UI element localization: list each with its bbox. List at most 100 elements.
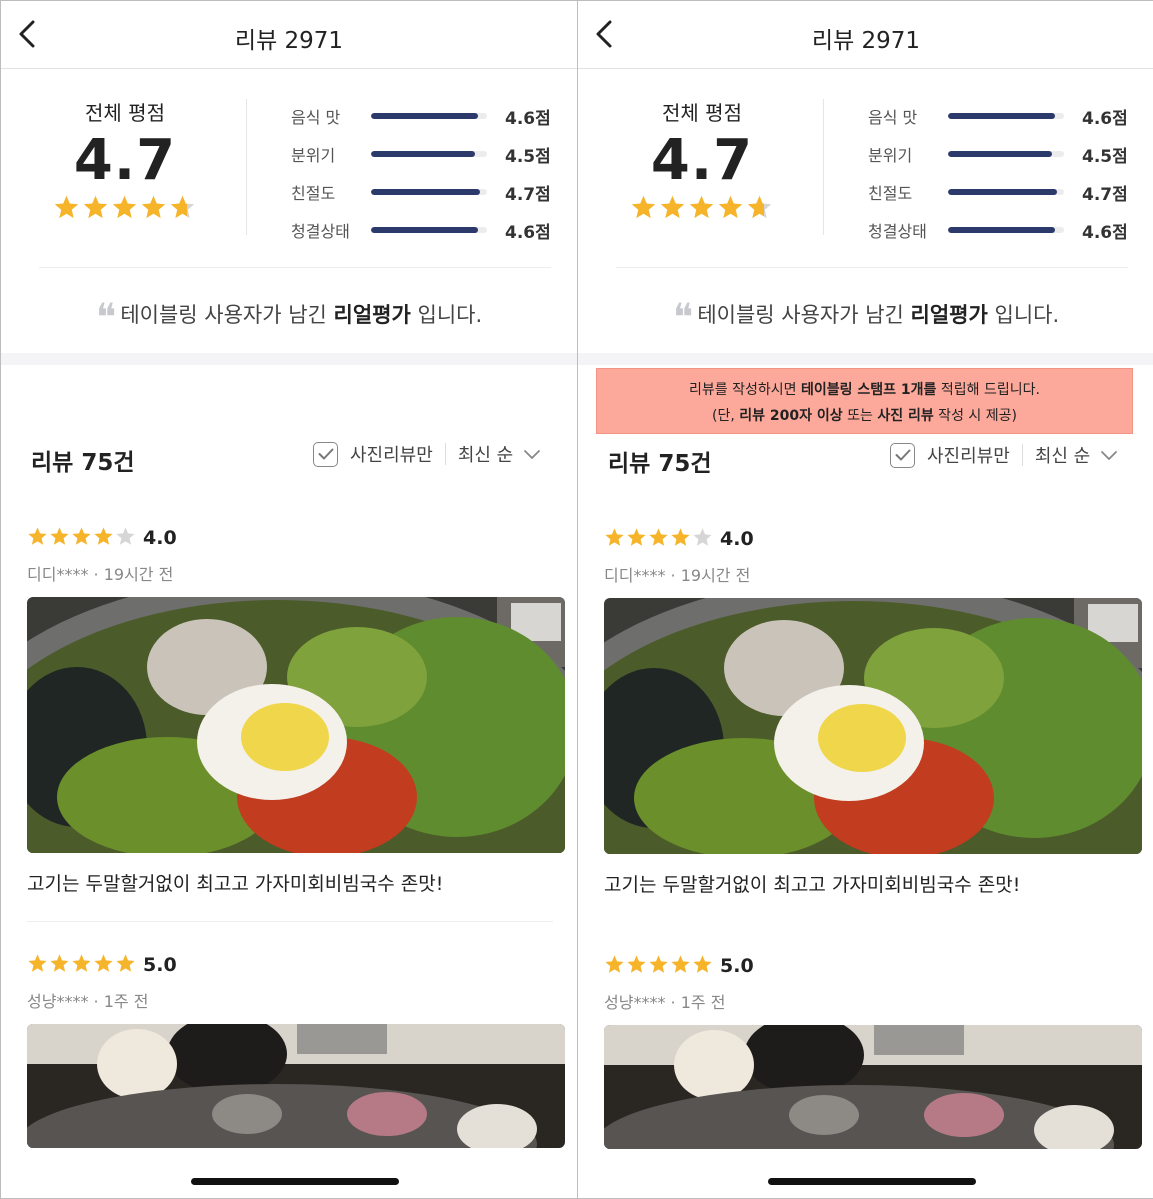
criteria-value: 4.5점 xyxy=(1082,146,1128,167)
criteria-bar xyxy=(371,227,487,233)
sort-dropdown[interactable]: 최신 순 xyxy=(458,441,513,467)
criteria-bar-fill xyxy=(948,113,1055,119)
review-meta: 성냥**** · 1주 전 xyxy=(27,992,149,1011)
review-rating: 5.0 xyxy=(604,953,1142,979)
star-icon xyxy=(671,527,690,546)
criteria-bar xyxy=(371,151,487,157)
banner-text: 리뷰를 작성하시면 xyxy=(689,382,801,398)
banner-bold: 테이블링 스탬프 1개를 xyxy=(801,382,937,398)
criteria-value: 4.7점 xyxy=(1082,184,1128,205)
review-score: 4.0 xyxy=(720,528,754,550)
header: 리뷰 2971 xyxy=(1,1,577,69)
criteria-row: 분위기 4.5점 xyxy=(868,135,1138,173)
criteria-list: 음식 맛 4.6점 분위기 4.5점 친절도 4.7점 청결상태 4.6점 xyxy=(868,97,1138,249)
notice-bold: 리얼평가 xyxy=(910,303,988,327)
review-item: 5.0 성냥**** · 1주 전 xyxy=(604,953,1142,1149)
overall-stars xyxy=(41,194,209,221)
review-meta: 디디**** · 19시간 전 xyxy=(604,566,751,585)
chevron-down-icon[interactable] xyxy=(1100,449,1118,461)
overall-label: 전체 평점 xyxy=(85,101,165,125)
star-icon xyxy=(649,954,668,973)
divider xyxy=(27,921,553,922)
divider xyxy=(1021,444,1023,466)
review-time: 1주 전 xyxy=(680,993,726,1012)
star-icon xyxy=(28,953,47,972)
star-icon xyxy=(50,526,69,545)
review-item: 5.0 성냥**** · 1주 전 xyxy=(27,952,565,1148)
criteria-list: 음식 맛 4.6점 분위기 4.5점 친절도 4.7점 청결상태 4.6점 xyxy=(291,97,561,249)
criteria-bar xyxy=(948,189,1064,195)
star-icon xyxy=(50,953,69,972)
reviews-count-title: 리뷰 75건 xyxy=(31,450,135,476)
criteria-bar-fill xyxy=(371,113,478,119)
star-icon xyxy=(94,953,113,972)
stamp-promo-banner: 리뷰를 작성하시면 테이블링 스탬프 1개를 적립해 드립니다. (단, 리뷰 … xyxy=(596,368,1133,434)
criteria-value: 4.7점 xyxy=(505,184,551,205)
banner-text: (단, xyxy=(712,408,740,424)
criteria-value: 4.6점 xyxy=(505,108,551,129)
sort-dropdown[interactable]: 최신 순 xyxy=(1035,442,1090,468)
divider xyxy=(444,443,446,465)
photo-only-label[interactable]: 사진리뷰만 xyxy=(350,441,433,467)
food-photo xyxy=(27,597,565,853)
review-text: 고기는 두말할거없이 최고고 가자미회비빔국수 존맛! xyxy=(604,874,1021,896)
review-author: 성냥**** xyxy=(604,993,666,1012)
star-icon xyxy=(660,195,685,219)
review-photo-grill[interactable] xyxy=(604,1025,1142,1149)
header: 리뷰 2971 xyxy=(578,1,1153,69)
review-item: 4.0 디디**** · 19시간 전 고기는 두말할거없이 최고고 가자미회비… xyxy=(604,526,1142,897)
criteria-row: 친절도 4.7점 xyxy=(868,173,1138,211)
page-title: 리뷰 2971 xyxy=(234,28,344,54)
star-icon xyxy=(28,526,47,545)
section-gap xyxy=(1,353,577,365)
banner-line-1: 리뷰를 작성하시면 테이블링 스탬프 1개를 적립해 드립니다. xyxy=(597,379,1132,399)
review-stars xyxy=(604,954,714,979)
chevron-down-icon[interactable] xyxy=(523,448,541,460)
review-score: 5.0 xyxy=(143,954,177,976)
banner-bold: 리뷰 200자 이상 xyxy=(739,408,843,424)
criteria-value: 4.6점 xyxy=(1082,108,1128,129)
review-photo-grill[interactable] xyxy=(27,1024,565,1148)
real-review-notice: ❝ 테이블링 사용자가 남긴 리얼평가 입니다. xyxy=(1,295,577,339)
review-author: 디디**** xyxy=(604,566,666,585)
star-icon xyxy=(112,195,137,219)
review-photo-bibim-noodles[interactable] xyxy=(604,598,1142,854)
section-gap xyxy=(578,353,1153,365)
star-icon xyxy=(631,195,656,219)
criteria-label: 친절도 xyxy=(291,184,336,203)
review-screen-left: 리뷰 2971 전체 평점 4.7 음식 맛 4.6점 분위기 4.5점 친절도… xyxy=(1,1,577,1198)
star-icon xyxy=(116,526,135,545)
star-icon xyxy=(671,954,690,973)
criteria-bar xyxy=(948,151,1064,157)
star-icon xyxy=(627,527,646,546)
star-icon xyxy=(72,526,91,545)
star-icon xyxy=(72,953,91,972)
review-rating: 4.0 xyxy=(27,525,565,551)
star-icon xyxy=(649,527,668,546)
review-screen-right: 리뷰 2971 전체 평점 4.7 음식 맛 4.6점 분위기 4.5점 친절도… xyxy=(578,1,1153,1198)
home-indicator xyxy=(768,1178,976,1185)
review-rating: 5.0 xyxy=(27,952,565,978)
criteria-bar-fill xyxy=(371,151,476,157)
star-icon xyxy=(718,195,743,219)
review-photo-bibim-noodles[interactable] xyxy=(27,597,565,853)
overall-score: 4.7 xyxy=(650,128,754,193)
banner-bold: 사진 리뷰 xyxy=(877,408,934,424)
real-review-notice: ❝ 테이블링 사용자가 남긴 리얼평가 입니다. xyxy=(578,295,1153,339)
star-icon xyxy=(693,527,712,546)
review-stars xyxy=(27,526,137,551)
criteria-label: 청결상태 xyxy=(868,222,927,241)
rating-summary: 전체 평점 4.7 음식 맛 4.6점 분위기 4.5점 친절도 4.7점 청결 xyxy=(1,69,577,353)
photo-only-label[interactable]: 사진리뷰만 xyxy=(927,442,1010,468)
overall-label: 전체 평점 xyxy=(662,101,742,125)
home-indicator xyxy=(191,1178,399,1185)
criteria-label: 청결상태 xyxy=(291,222,350,241)
criteria-row: 분위기 4.5점 xyxy=(291,135,561,173)
photo-only-checkbox[interactable] xyxy=(313,441,338,467)
divider xyxy=(39,267,551,268)
overall-rating: 전체 평점 4.7 xyxy=(618,97,786,221)
criteria-bar-fill xyxy=(948,189,1058,195)
photo-only-checkbox[interactable] xyxy=(890,442,915,468)
notice-text-end: 입니다. xyxy=(410,303,483,327)
review-text: 고기는 두말할거없이 최고고 가자미회비빔국수 존맛! xyxy=(27,873,444,895)
